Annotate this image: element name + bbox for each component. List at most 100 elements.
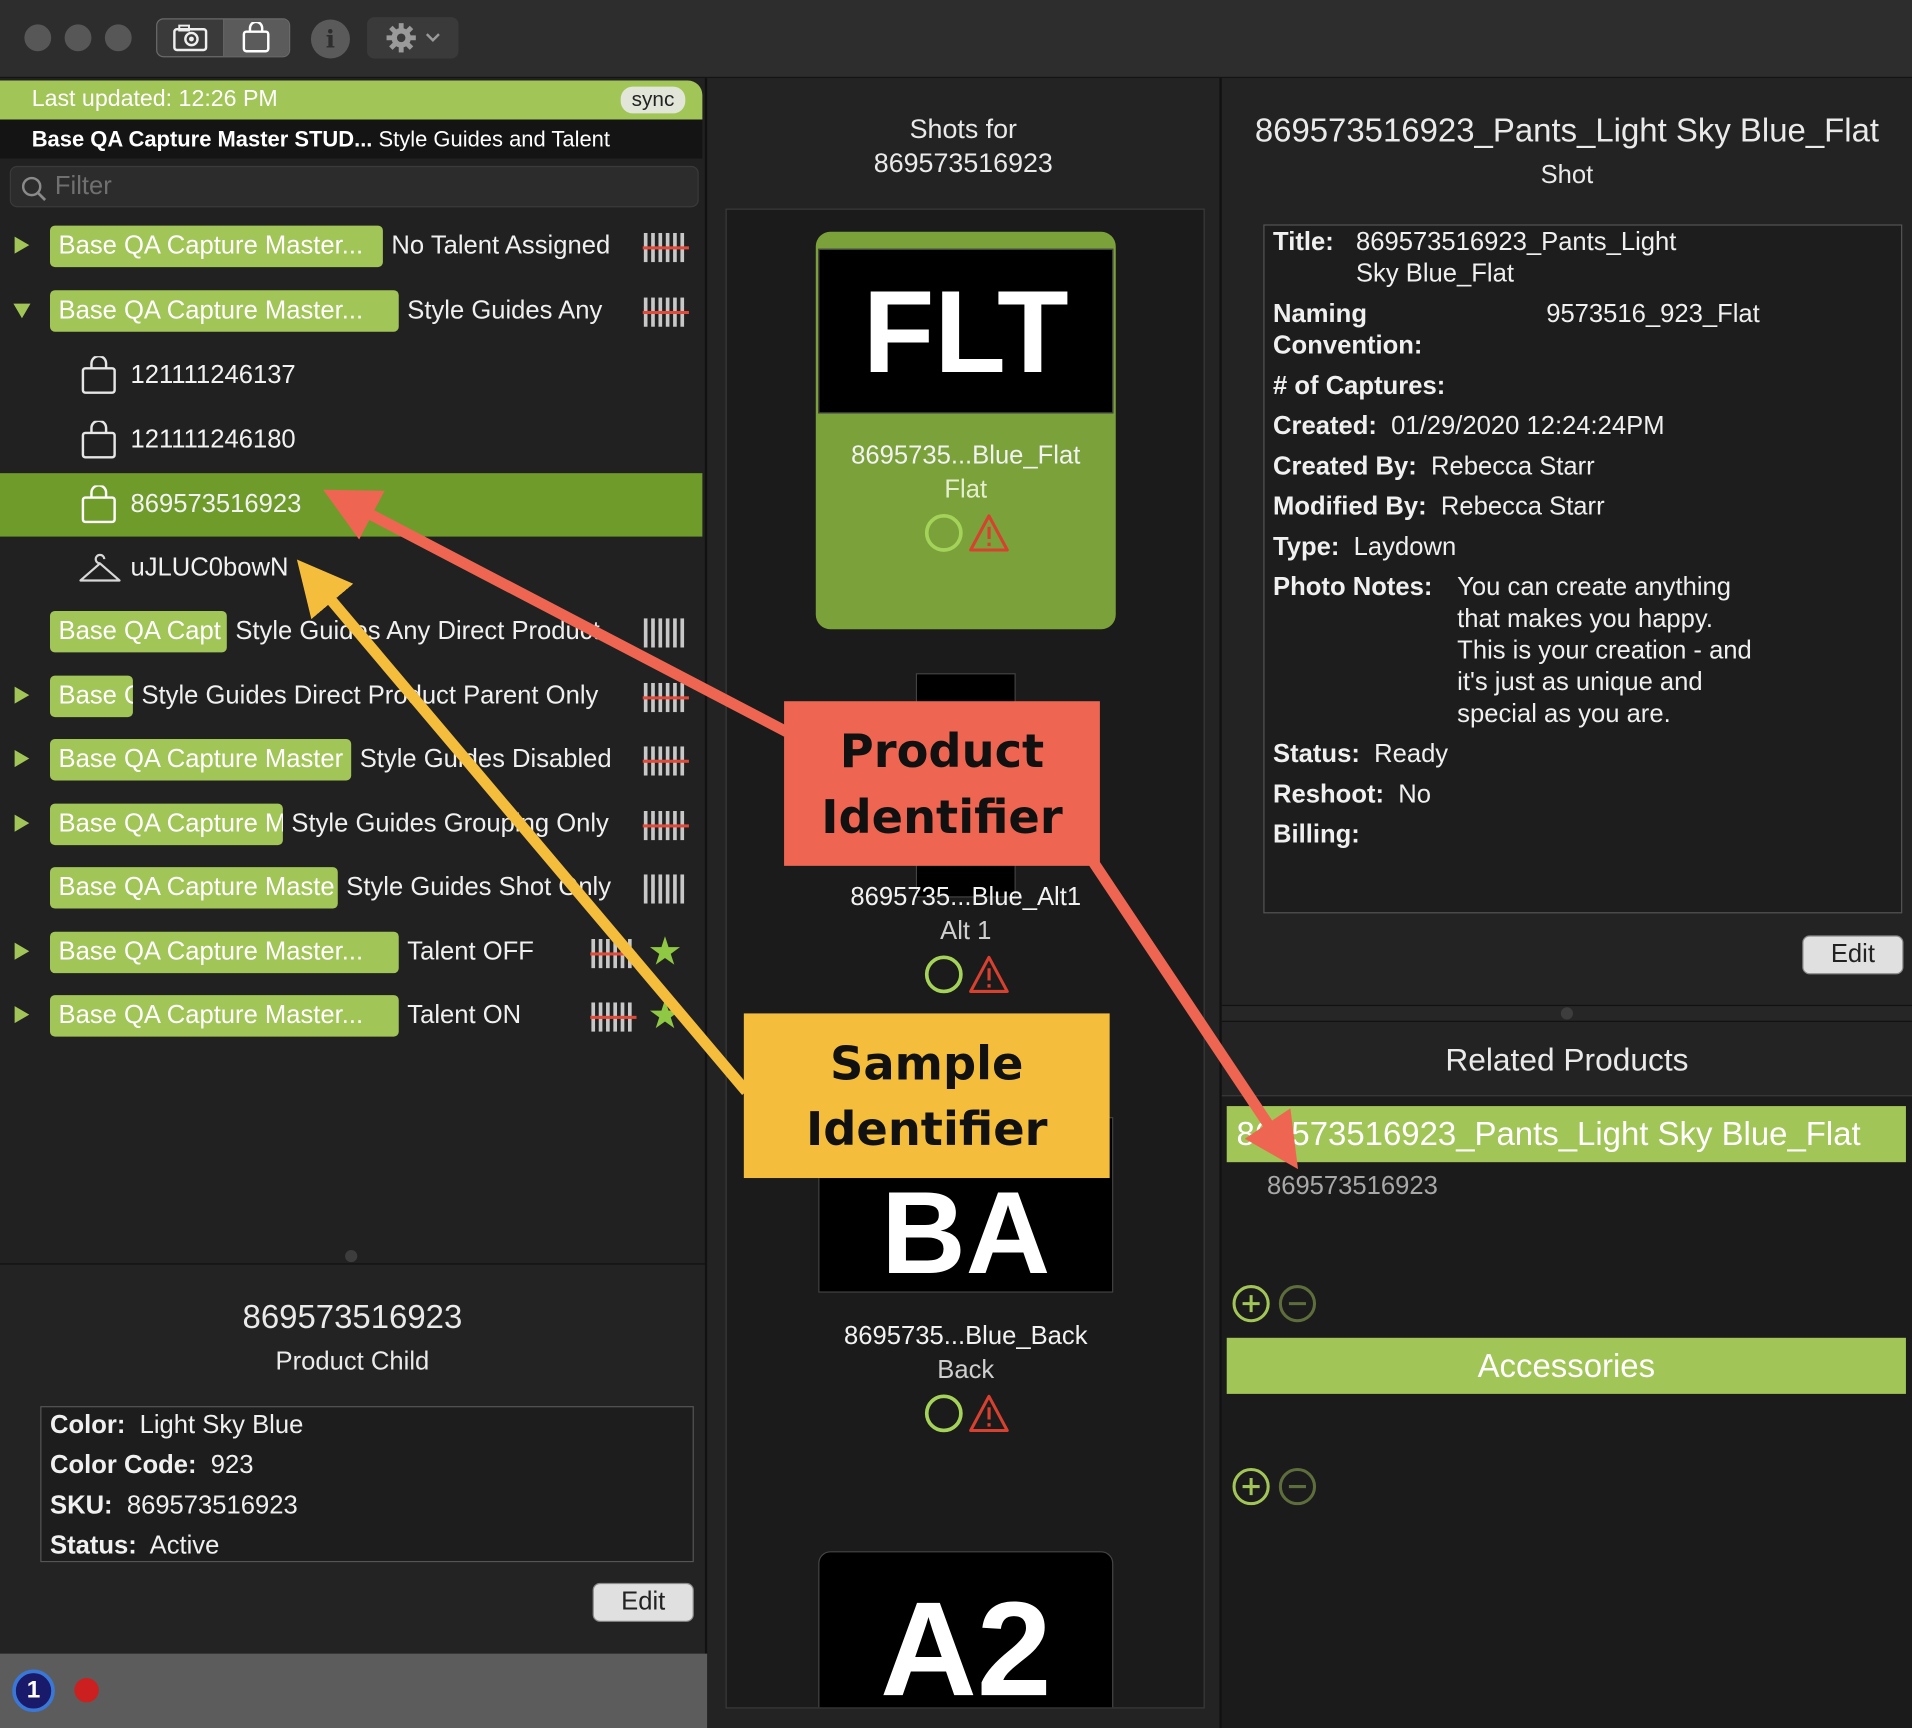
naming-value: 9573516_923_Flat — [1546, 299, 1760, 329]
row-label: Talent OFF — [407, 937, 534, 966]
tree-row[interactable]: Base QA Capture Maste Style Guides Shot … — [0, 856, 702, 919]
callout-line: Sample — [830, 1035, 1024, 1090]
group-pill: Base QA Capture M — [49, 803, 283, 846]
camera-icon — [172, 24, 207, 52]
status-label: Status: — [1273, 740, 1360, 769]
created-label: Created: — [1273, 412, 1377, 441]
sku-value: 869573516923 — [126, 1491, 298, 1520]
filter-input[interactable] — [54, 167, 689, 207]
project-header: Base QA Capture Master STUD... Style Gui… — [0, 119, 703, 159]
sync-button[interactable]: sync — [620, 86, 686, 114]
shot-title: 869573516923_Pants_Light Sky Blue_Flat — [1254, 112, 1880, 149]
product-row-selected[interactable]: 869573516923 — [0, 473, 703, 537]
status-circle-icon — [924, 514, 963, 552]
warning-icon — [969, 514, 1009, 552]
shot-name: 8695735...Blue_Flat — [851, 441, 1081, 470]
star-icon: ★ — [647, 992, 683, 1037]
sku-label: SKU: — [49, 1491, 113, 1520]
status-value: Active — [149, 1531, 220, 1560]
tree-row[interactable]: Base QA Capture Master... Talent ON ★ — [0, 984, 702, 1047]
product-edit-button[interactable]: Edit — [592, 1582, 694, 1622]
title-value-line1: 869573516923_Pants_Light — [1355, 228, 1677, 257]
photo-notes-line: it's just as unique and — [1457, 668, 1703, 697]
title-label: Title: — [1273, 228, 1334, 257]
color-code-value: 923 — [210, 1451, 254, 1480]
last-updated-banner: Last updated: 12:26 PM sync — [0, 80, 703, 120]
info-icon: i — [325, 24, 336, 54]
disclosure-triangle-icon[interactable] — [13, 303, 31, 319]
disclosure-triangle-icon[interactable] — [14, 814, 30, 832]
barcode-icon — [590, 939, 637, 969]
accessories-header: Accessories — [1226, 1337, 1906, 1394]
reshoot-label: Reshoot: — [1273, 780, 1385, 809]
group-pill: Base QA Capt — [49, 610, 227, 653]
disclosure-triangle-icon[interactable] — [14, 1006, 30, 1024]
split-divider[interactable] — [0, 1249, 702, 1264]
disclosure-triangle-icon[interactable] — [14, 749, 30, 768]
warning-icon — [969, 955, 1009, 993]
product-row[interactable]: 121111246137 — [0, 344, 702, 407]
naming-label-line1: Naming — [1273, 299, 1367, 329]
info-button[interactable]: i — [310, 19, 350, 59]
tree-row[interactable]: Base QA Capture Master... Talent OFF ★ — [0, 921, 702, 984]
modified-by-value: Rebecca Starr — [1440, 492, 1605, 521]
shot-type: Alt 1 — [940, 917, 992, 946]
add-related-button[interactable] — [1232, 1284, 1271, 1323]
related-product-item[interactable]: 869573516923_Pants_Light Sky Blue_Flat — [1226, 1106, 1906, 1163]
photo-notes-line: that makes you happy. — [1457, 604, 1713, 633]
shopping-bag-icon — [81, 485, 116, 524]
add-accessory-button[interactable] — [1232, 1467, 1271, 1506]
group-pill: Base QA Capture Master... — [49, 931, 399, 974]
camera-view-button[interactable] — [157, 19, 224, 57]
disclosure-triangle-icon[interactable] — [14, 236, 30, 254]
record-indicator-icon — [74, 1678, 99, 1703]
shots-header: Shots for 869573516923 — [873, 113, 1053, 179]
tree-row[interactable]: Base QA Capture Master... No Talent Assi… — [0, 215, 702, 278]
billing-label: Billing: — [1273, 820, 1360, 849]
app-window: i Last updated: 12:26 PM sync Base QA Ca… — [0, 0, 1912, 1728]
type-value: Laydown — [1353, 532, 1457, 561]
project-description: Style Guides and Talent — [378, 126, 610, 152]
disclosure-triangle-icon[interactable] — [14, 942, 30, 960]
remove-related-button[interactable] — [1278, 1284, 1317, 1323]
tree-row[interactable]: Base QA Capture Master Style Guides Disa… — [0, 728, 702, 791]
tree-row[interactable]: Base QA Capture M Style Guides Grouping … — [0, 793, 702, 856]
sample-identifier-callout: Sample Identifier — [743, 1013, 1110, 1179]
gear-icon — [385, 23, 416, 53]
product-detail-panel: 869573516923 Product Child Color: Light … — [0, 1263, 705, 1654]
color-code-label: Color Code: — [49, 1451, 197, 1480]
password-manager-icon[interactable]: 1 — [12, 1669, 55, 1713]
status-circle-icon — [924, 955, 963, 994]
shot-card-selected[interactable]: FLT 8695735...Blue_Flat Flat — [815, 231, 1116, 630]
tree-row[interactable]: Base Q Style Guides Direct Product Paren… — [0, 665, 702, 728]
shot-card[interactable]: A2 — [816, 1534, 1116, 1708]
color-label: Color: — [49, 1410, 126, 1440]
hanger-icon — [79, 553, 121, 582]
minimize-window-button[interactable] — [64, 24, 92, 52]
tree-row[interactable]: Base QA Capt Style Guides Any Direct Pro… — [0, 600, 702, 663]
product-row[interactable]: 121111246180 — [0, 409, 702, 472]
disclosure-triangle-icon[interactable] — [14, 686, 30, 704]
split-divider[interactable] — [1221, 1004, 1912, 1022]
color-value: Light Sky Blue — [139, 1410, 304, 1440]
product-identifier-callout: Product Identifier — [784, 701, 1100, 866]
sample-id: uJLUC0bowN — [130, 553, 289, 582]
zoom-window-button[interactable] — [104, 24, 132, 52]
shot-edit-button[interactable]: Edit — [1802, 935, 1904, 975]
status-value: Ready — [1374, 740, 1449, 769]
created-by-label: Created By: — [1273, 452, 1417, 481]
group-pill: Base QA Capture Master... — [49, 995, 399, 1037]
barcode-icon — [642, 232, 689, 263]
row-label: Style Guides Disabled — [359, 745, 612, 774]
naming-label-line2: Convention: — [1273, 331, 1423, 360]
shot-attributes: Title: 869573516923_Pants_Light Sky Blue… — [1263, 224, 1903, 914]
settings-menu-button[interactable] — [367, 17, 459, 59]
tree-row-expanded[interactable]: Base QA Capture Master... Style Guides A… — [0, 279, 702, 342]
sample-row[interactable]: uJLUC0bowN — [0, 537, 702, 600]
close-window-button[interactable] — [24, 24, 52, 52]
photo-notes-line: You can create anything — [1457, 573, 1732, 602]
product-view-button[interactable] — [223, 19, 289, 57]
barcode-icon — [643, 618, 685, 648]
created-value: 01/29/2020 12:24:24PM — [1391, 412, 1665, 441]
remove-accessory-button[interactable] — [1278, 1467, 1317, 1506]
